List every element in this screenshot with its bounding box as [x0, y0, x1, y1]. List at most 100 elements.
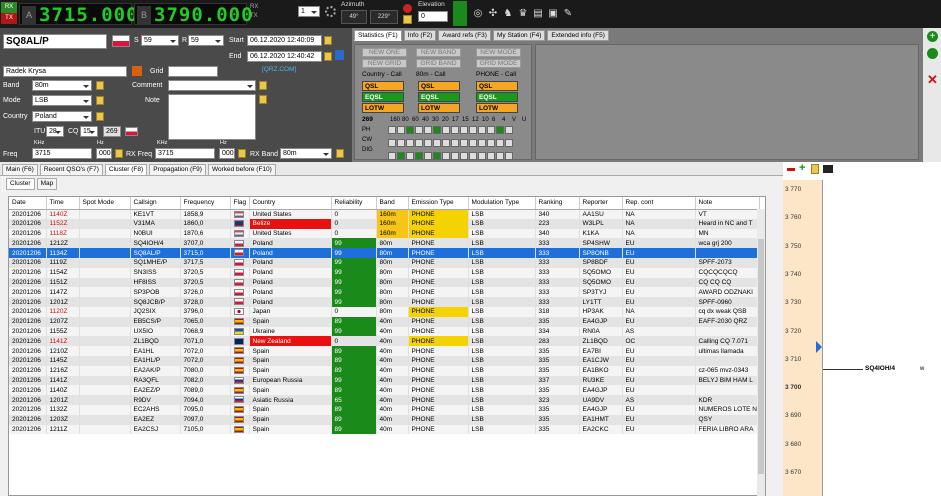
name-input[interactable]: Radek Krysa — [3, 66, 127, 77]
table-row[interactable]: 20201206 1145Z EA1HL/P 7072,0 Spain 89 40m PHON… — [9, 355, 760, 366]
band-select[interactable]: 80m — [32, 80, 92, 91]
scrollbar-thumb[interactable] — [758, 239, 764, 474]
freq-hz-input[interactable]: 000 — [96, 148, 112, 159]
cq-select[interactable]: 15 — [80, 126, 98, 137]
tab-recent-qsos[interactable]: Recent QSO's (F7) — [39, 164, 103, 176]
mode-lock-icon[interactable] — [96, 96, 104, 105]
column-header[interactable]: Flag — [230, 197, 250, 210]
crown-icon[interactable]: ♛ — [517, 8, 529, 20]
table-row[interactable]: 20201206 1140Z KE1VT 1858,9 United States 0 16… — [9, 209, 760, 219]
lookup-icon[interactable] — [132, 66, 142, 76]
comment-input[interactable] — [168, 80, 256, 91]
azimuth-short-path[interactable]: 49° — [341, 10, 367, 24]
tab-award-refs[interactable]: Award refs (F3) — [438, 30, 491, 41]
table-row[interactable]: 20201206 1151Z HF8ISS 3720,5 Poland 99 80m PHON… — [9, 277, 760, 288]
country-lock-icon[interactable] — [96, 112, 104, 121]
tab-statistics[interactable]: Statistics (F1) — [354, 30, 402, 41]
column-header[interactable]: Rep. cont — [622, 197, 696, 210]
vfo-b-display[interactable]: B 3790.000 — [134, 3, 253, 26]
new-grid-button[interactable]: NEW GRID — [362, 59, 407, 68]
table-row[interactable]: 20201206 1147Z SP3POB 3726,0 Poland 99 80m PHON… — [9, 287, 760, 298]
column-header[interactable]: Reporter — [579, 197, 623, 210]
rx-tx-indicator[interactable]: RX TX — [1, 2, 17, 24]
zoom-out-icon[interactable] — [787, 168, 795, 171]
column-header[interactable]: Country — [249, 197, 332, 210]
column-header[interactable]: Date — [9, 197, 47, 210]
column-header[interactable]: Modulation Type — [468, 197, 536, 210]
qrz-link[interactable]: [QRZ.COM] — [262, 66, 296, 73]
bandmap-lock-icon[interactable] — [811, 164, 819, 174]
zoom-in-icon[interactable]: + — [799, 163, 805, 174]
bandmap-spot[interactable]: SQ4IOH/4 — [865, 365, 895, 372]
add-icon[interactable]: + — [927, 31, 938, 42]
end-time-input[interactable]: 06.12.2020 12:40:42 — [247, 51, 322, 62]
freq-khz-input[interactable]: 3715 — [32, 148, 92, 159]
step-select[interactable]: 1 — [298, 6, 320, 17]
globe-icon[interactable]: ◎ — [472, 8, 484, 20]
table-row[interactable]: 20201206 1141Z ZL1BQD 7071,0 New Zealand 0 40m… — [9, 336, 760, 347]
table-row[interactable]: 20201206 1210Z EA1HL 7072,0 Spain 89 40m PHONE L… — [9, 346, 760, 356]
elevation-input[interactable]: 0 — [418, 11, 448, 22]
pen-icon[interactable]: ✎ — [562, 8, 574, 20]
column-header[interactable]: Time — [46, 197, 80, 210]
chess-icon[interactable]: ♞ — [502, 8, 514, 20]
table-row[interactable]: 20201206 1154Z SN3ISS 3720,5 Poland 99 80m PHON… — [9, 267, 760, 278]
vfo-a-display[interactable]: A 3715.000 — [19, 3, 138, 26]
table-row[interactable]: 20201206 1134Z SQ8AL/P 3715,0 Poland 99 80m PHO… — [9, 248, 760, 258]
table-row[interactable]: 20201206 1132Z EC2AHS 7095,0 Spain 89 40m PHONE… — [9, 404, 760, 415]
mode-select[interactable]: LSB — [32, 95, 92, 106]
frequency-scale[interactable]: 3 770 3 760 3 750 3 740 3 730 3 720 3 710 3 700… — [783, 180, 823, 496]
rxband-select[interactable]: 80m — [280, 148, 332, 159]
grid-input[interactable] — [168, 66, 218, 77]
column-header[interactable]: Callsign — [130, 197, 181, 210]
grid-mode-button[interactable]: GRID MODE — [476, 59, 521, 68]
rst-sent-select[interactable]: 59 — [141, 35, 179, 46]
note-textarea[interactable] — [168, 94, 256, 140]
table-row[interactable]: 20201206 1216Z EA2AK/P 7080,0 Spain 89 40m PHON… — [9, 365, 760, 376]
table-row[interactable]: 20201206 1120Z JQ2SIX 3796,0 Japan 0 80m PHONE L… — [9, 306, 760, 317]
freq-lock-icon[interactable] — [115, 149, 123, 158]
start-time-input[interactable]: 06.12.2020 12:40:09 — [247, 35, 322, 46]
rst-rcvd-select[interactable]: 59 — [188, 35, 224, 46]
rotator-go-icon[interactable] — [453, 1, 467, 26]
table-row[interactable]: 20201206 1155Z UX5IO 7068,9 Ukraine 99 40m PHON… — [9, 326, 760, 337]
refresh-icon[interactable] — [335, 50, 344, 60]
table-row[interactable]: 20201206 1203Z EA2EZ 7097,0 Spain 89 40m PHONE L… — [9, 414, 760, 425]
callsign-input[interactable]: SQ8AL/P — [3, 34, 107, 49]
tab-propagation[interactable]: Propagation (F9) — [149, 164, 206, 176]
subtab-cluster[interactable]: Cluster — [6, 178, 35, 190]
column-header[interactable]: Frequency — [180, 197, 231, 210]
column-header[interactable]: Emission Type — [408, 197, 469, 210]
tab-cluster[interactable]: Cluster (F8) — [104, 164, 148, 176]
grid-band-button[interactable]: GRID BAND — [416, 59, 461, 68]
rxfreq-lock-icon[interactable] — [238, 149, 246, 158]
start-lock-icon[interactable] — [324, 36, 332, 45]
calendar-icon[interactable]: ▤ — [532, 8, 544, 20]
itu-select[interactable]: 28 — [46, 126, 64, 137]
tab-info[interactable]: Info (F2) — [403, 30, 437, 41]
table-row[interactable]: 20201206 1141Z RA3QFL 7082,0 European Russia… — [9, 375, 760, 386]
rxband-lock-icon[interactable] — [336, 149, 344, 158]
table-row[interactable]: 20201206 1207Z EB5CS/P 7065,0 Spain 89 40m PHON… — [9, 316, 760, 327]
comment-lock-icon[interactable] — [259, 81, 267, 90]
column-header[interactable]: Band — [376, 197, 409, 210]
table-row[interactable]: 20201206 1119Z SQ1MHE/P 3717,5 Poland 99 80m PH… — [9, 257, 760, 268]
rxfreq-khz-input[interactable]: 3715 — [155, 148, 215, 159]
column-header[interactable]: Reliability — [331, 197, 377, 210]
tab-extended-info[interactable]: Extended info (F5) — [547, 30, 609, 41]
bandmap-camera-icon[interactable] — [823, 165, 833, 173]
rotator-stop-icon[interactable] — [403, 4, 412, 13]
end-lock-icon[interactable] — [324, 52, 332, 61]
tab-main[interactable]: Main (F6) — [2, 164, 38, 176]
refresh-icon[interactable] — [927, 48, 938, 59]
table-scrollbar[interactable] — [757, 209, 765, 496]
table-row[interactable]: 20201206 1212Z SQ4IOH/4 3707,0 Poland 99 80m PH… — [9, 238, 760, 249]
column-header[interactable]: Ranking — [535, 197, 580, 210]
note-lock-icon[interactable] — [259, 95, 267, 104]
table-row[interactable]: 20201206 1152Z V31MA 1860,0 Belize 0 160m PHONE… — [9, 218, 760, 229]
subtab-map[interactable]: Map — [36, 178, 58, 190]
camera-icon[interactable]: ▣ — [547, 8, 559, 20]
table-row[interactable]: 20201206 1201Z SQ8JCB/P 3728,0 Poland 99 80m PH… — [9, 297, 760, 307]
close-icon[interactable]: ✕ — [927, 73, 938, 86]
lock-icon[interactable] — [403, 15, 412, 24]
